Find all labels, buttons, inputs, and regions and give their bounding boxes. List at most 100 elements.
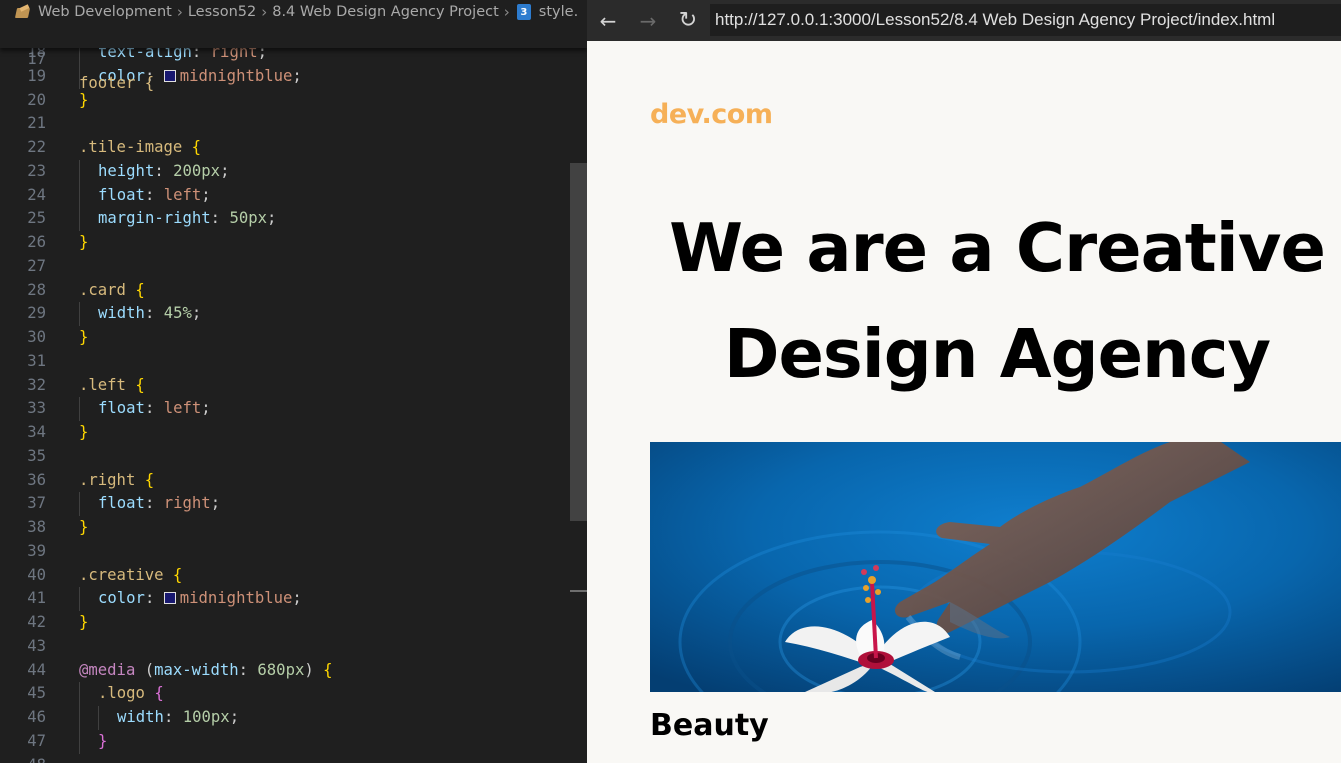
code-line[interactable]: 41 color: midnightblue; bbox=[0, 587, 570, 611]
indent-guide bbox=[79, 706, 80, 730]
code-token: ; bbox=[201, 185, 211, 204]
code-token: .left bbox=[79, 375, 126, 394]
code-line[interactable]: 45 .logo { bbox=[0, 682, 570, 706]
code-line[interactable]: 36 .right { bbox=[0, 469, 570, 493]
url-input[interactable]: http://127.0.0.1:3000/Lesson52/8.4 Web D… bbox=[710, 4, 1341, 36]
hero-title-line-1: We are a Creative bbox=[669, 209, 1326, 287]
line-number: 33 bbox=[27, 399, 46, 418]
code-text: } bbox=[79, 516, 88, 540]
line-number: 29 bbox=[27, 304, 46, 323]
code-token: 45% bbox=[163, 304, 192, 323]
code-token: { bbox=[172, 565, 183, 584]
code-line[interactable]: 29 width: 45%; bbox=[0, 302, 570, 326]
editor-scrollbar[interactable] bbox=[570, 48, 587, 763]
line-number: 43 bbox=[27, 636, 46, 655]
line-number: 22 bbox=[27, 138, 46, 156]
code-token: : bbox=[144, 399, 164, 418]
sticky-scroll-line[interactable]: 17 footer { bbox=[0, 24, 587, 92]
code-line[interactable]: 31 bbox=[0, 350, 570, 374]
code-line[interactable]: 25 margin-right: 50px; bbox=[0, 207, 570, 231]
code-token: height bbox=[98, 161, 155, 180]
breadcrumb-item-file[interactable]: style. bbox=[539, 4, 578, 20]
code-token: : bbox=[144, 589, 164, 608]
code-token: midnightblue bbox=[179, 66, 293, 85]
indent-guide bbox=[79, 587, 80, 611]
code-line[interactable]: 23 height: 200px; bbox=[0, 159, 570, 184]
css-file-icon: 3 bbox=[516, 4, 531, 20]
code-line[interactable]: 35 bbox=[0, 445, 570, 469]
forward-arrow-icon[interactable]: → bbox=[628, 0, 668, 41]
code-line[interactable]: 48 bbox=[0, 754, 570, 763]
code-line[interactable]: 24 float: left; bbox=[0, 183, 570, 208]
code-line[interactable]: 44 @media (max-width: 680px) { bbox=[0, 659, 570, 683]
code-line[interactable]: 34} bbox=[0, 421, 570, 445]
breadcrumb-item-project[interactable]: 8.4 Web Design Agency Project bbox=[272, 4, 499, 20]
code-token: } bbox=[79, 328, 89, 346]
code-line[interactable]: 42} bbox=[0, 611, 570, 635]
code-token: 200px bbox=[173, 161, 221, 180]
code-text: float: right; bbox=[98, 492, 220, 516]
code-line[interactable]: 21 bbox=[0, 112, 570, 136]
code-token: ) bbox=[304, 660, 324, 679]
code-line[interactable]: 38} bbox=[0, 516, 570, 540]
code-line[interactable]: 26} bbox=[0, 231, 570, 255]
hero-title-line-2: Design Agency bbox=[723, 315, 1271, 393]
breadcrumb-item-web-development[interactable]: Web Development bbox=[38, 4, 172, 20]
code-line[interactable]: 46 width: 100px; bbox=[0, 706, 570, 730]
browser-preview[interactable]: ← → ↻ http://127.0.0.1:3000/Lesson52/8.4… bbox=[587, 0, 1341, 763]
code-token: margin-right bbox=[98, 209, 211, 228]
code-token: : bbox=[210, 209, 230, 228]
line-number: 42 bbox=[27, 613, 46, 631]
sticky-selector: footer { bbox=[79, 73, 155, 92]
code-line[interactable]: 30} bbox=[0, 326, 570, 350]
code-line[interactable]: 39 bbox=[0, 540, 570, 564]
site-logo[interactable]: dev.com bbox=[650, 99, 773, 130]
code-line[interactable]: 22 .tile-image { bbox=[0, 136, 570, 160]
hero-title: We are a Creative Design Agency bbox=[657, 195, 1337, 407]
code-lines[interactable]: 18text-align: right;19color: midnightblu… bbox=[0, 41, 570, 763]
breadcrumb-item-lesson[interactable]: Lesson52 bbox=[188, 4, 256, 20]
line-number: 32 bbox=[27, 375, 46, 394]
code-token: 680px bbox=[257, 660, 305, 679]
code-token: 50px bbox=[229, 209, 268, 228]
code-text: .card { bbox=[79, 279, 145, 303]
color-swatch[interactable] bbox=[163, 592, 176, 605]
card-title: Beauty bbox=[650, 708, 769, 743]
code-line[interactable]: 32 .left { bbox=[0, 374, 570, 398]
indent-guide bbox=[79, 183, 80, 208]
chevron-right-icon: › bbox=[503, 3, 510, 21]
line-number: 30 bbox=[27, 328, 46, 346]
indent-guide bbox=[79, 207, 80, 231]
code-line[interactable]: 37 float: right; bbox=[0, 492, 570, 516]
line-number: 36 bbox=[27, 470, 46, 489]
code-token: midnightblue bbox=[179, 589, 293, 608]
scrollbar-thumb[interactable] bbox=[570, 163, 587, 521]
code-line[interactable]: 40 .creative { bbox=[0, 564, 570, 588]
code-editor[interactable]: Web Development › Lesson52 › 8.4 Web Des… bbox=[0, 0, 587, 763]
code-line[interactable]: 43 bbox=[0, 635, 570, 659]
code-token: ; bbox=[210, 494, 221, 513]
code-token: : bbox=[144, 185, 164, 204]
line-number: 28 bbox=[27, 280, 46, 299]
code-token: { bbox=[144, 470, 155, 489]
back-arrow-icon[interactable]: ← bbox=[588, 0, 628, 41]
browser-toolbar: ← → ↻ http://127.0.0.1:3000/Lesson52/8.4… bbox=[587, 0, 1341, 41]
code-line[interactable]: 28 .card { bbox=[0, 279, 570, 303]
code-line[interactable]: 27 bbox=[0, 255, 570, 279]
code-line[interactable]: 47} bbox=[0, 729, 570, 754]
code-line[interactable]: 33 float: left; bbox=[0, 397, 570, 421]
line-number: 37 bbox=[27, 494, 46, 513]
code-text: } bbox=[98, 730, 107, 754]
code-token: @media bbox=[79, 660, 136, 679]
code-token: { bbox=[135, 280, 145, 299]
code-text: margin-right: 50px; bbox=[98, 207, 276, 231]
color-swatch[interactable] bbox=[163, 69, 176, 82]
line-number: 39 bbox=[27, 541, 46, 560]
reload-icon[interactable]: ↻ bbox=[668, 0, 708, 41]
code-token: } bbox=[98, 731, 108, 750]
code-text: .right { bbox=[79, 469, 154, 493]
